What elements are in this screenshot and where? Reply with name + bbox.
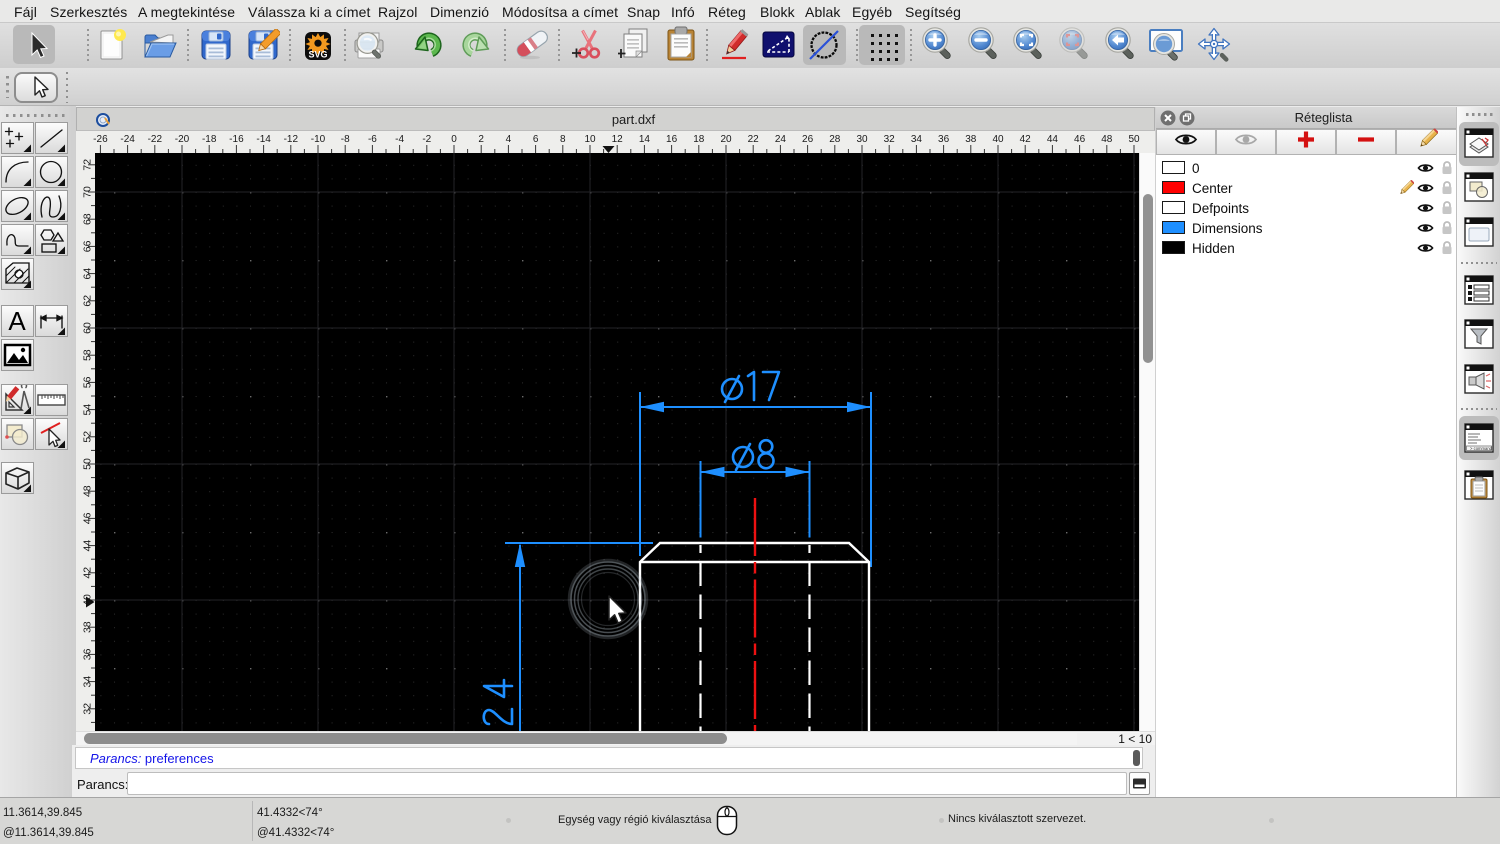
- svg-text:2: 2: [478, 134, 484, 145]
- svg-text:-4: -4: [395, 134, 404, 145]
- svg-text:6: 6: [533, 134, 539, 145]
- svg-text:-6: -6: [368, 134, 377, 145]
- svg-text:46: 46: [1074, 134, 1086, 145]
- svg-text:54: 54: [81, 404, 93, 416]
- svg-text:12: 12: [612, 134, 624, 145]
- svg-text:16: 16: [666, 134, 678, 145]
- svg-text:-8: -8: [341, 134, 350, 145]
- svg-text:44: 44: [81, 540, 93, 552]
- svg-text:38: 38: [965, 134, 977, 145]
- svg-text:46: 46: [81, 512, 93, 524]
- svg-text:36: 36: [81, 648, 93, 660]
- svg-text:40: 40: [992, 134, 1004, 145]
- svg-text:> command: > command: [1470, 446, 1493, 451]
- svg-text:48: 48: [1101, 134, 1113, 145]
- svg-text:34: 34: [81, 676, 93, 688]
- svg-text:14: 14: [639, 134, 651, 145]
- svg-text:8: 8: [560, 134, 566, 145]
- svg-text:0: 0: [451, 134, 457, 145]
- svg-text:-14: -14: [256, 134, 271, 145]
- svg-text:70: 70: [81, 186, 93, 198]
- svg-text:20: 20: [720, 134, 732, 145]
- svg-text:48: 48: [81, 485, 93, 497]
- svg-text:38: 38: [81, 621, 93, 633]
- svg-text:SVG: SVG: [308, 50, 327, 60]
- svg-text:10: 10: [584, 134, 596, 145]
- svg-text:22: 22: [748, 134, 760, 145]
- svg-text:-22: -22: [148, 134, 163, 145]
- svg-text:-10: -10: [311, 134, 326, 145]
- svg-text:-20: -20: [175, 134, 190, 145]
- svg-text:68: 68: [81, 213, 93, 225]
- svg-text:-26: -26: [93, 134, 108, 145]
- svg-text:26: 26: [802, 134, 814, 145]
- svg-text:32: 32: [884, 134, 896, 145]
- svg-text:42: 42: [81, 567, 93, 579]
- svg-text:28: 28: [829, 134, 841, 145]
- svg-text:34: 34: [911, 134, 923, 145]
- svg-text:24: 24: [775, 134, 787, 145]
- svg-text:50: 50: [1128, 134, 1140, 145]
- svg-text:56: 56: [81, 376, 93, 388]
- svg-text:64: 64: [81, 268, 93, 280]
- svg-text:-18: -18: [202, 134, 217, 145]
- svg-text:-12: -12: [284, 134, 299, 145]
- svg-text:52: 52: [81, 431, 93, 443]
- svg-text:50: 50: [81, 458, 93, 470]
- svg-text:66: 66: [81, 240, 93, 252]
- svg-text:72: 72: [81, 159, 93, 171]
- svg-text:58: 58: [81, 349, 93, 361]
- svg-text:42: 42: [1020, 134, 1032, 145]
- svg-text:60: 60: [81, 322, 93, 334]
- svg-text:44: 44: [1047, 134, 1059, 145]
- svg-text:36: 36: [938, 134, 950, 145]
- svg-text:32: 32: [81, 703, 93, 715]
- svg-text:-16: -16: [229, 134, 244, 145]
- svg-text:18: 18: [693, 134, 705, 145]
- svg-text:-2: -2: [422, 134, 431, 145]
- svg-text:4: 4: [506, 134, 512, 145]
- svg-text:A: A: [8, 306, 26, 336]
- svg-text:62: 62: [81, 295, 93, 307]
- svg-text:-24: -24: [120, 134, 135, 145]
- svg-text:30: 30: [856, 134, 868, 145]
